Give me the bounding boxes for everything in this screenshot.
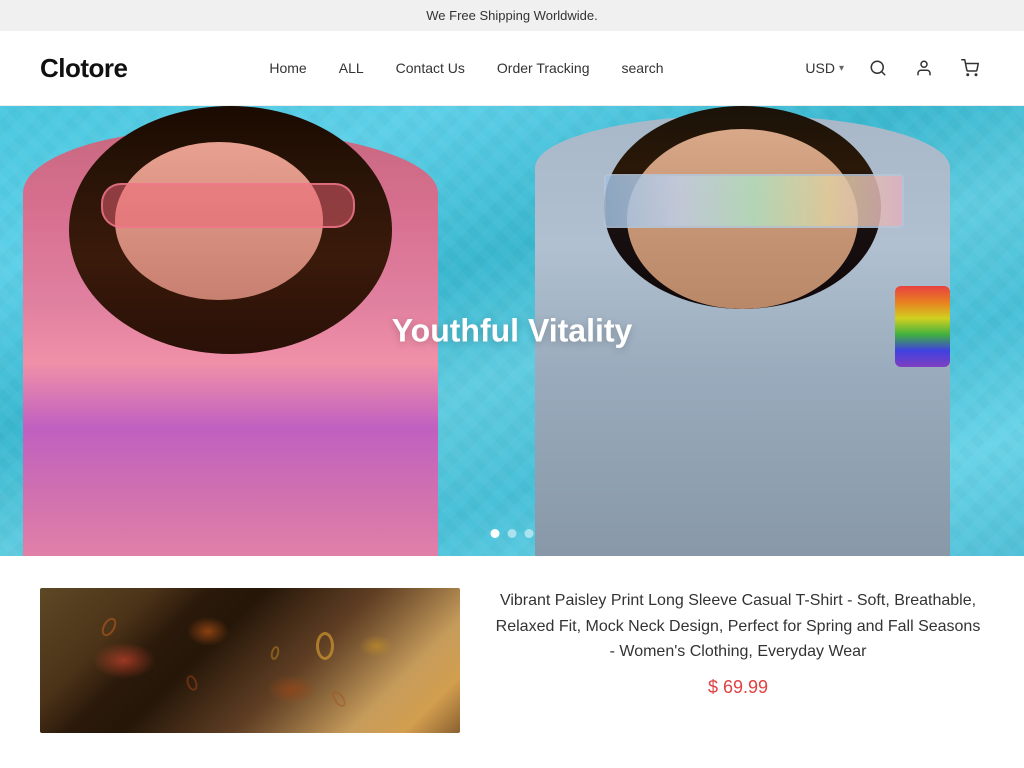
earring-decoration (316, 632, 334, 660)
product-info: Vibrant Paisley Print Long Sleeve Casual… (492, 588, 984, 698)
hero-text: Youthful Vitality (392, 313, 633, 350)
product-image[interactable] (40, 588, 460, 733)
logo[interactable]: Clotore (40, 53, 128, 84)
announcement-text: We Free Shipping Worldwide. (426, 8, 598, 23)
cart-icon (961, 59, 979, 77)
hero-banner: Youthful Vitality (0, 106, 1024, 556)
header: Clotore Home ALL Contact Us Order Tracki… (0, 31, 1024, 106)
account-button[interactable] (910, 54, 938, 82)
search-button[interactable] (864, 54, 892, 82)
product-price: $ 69.99 (492, 677, 984, 698)
hero-background: Youthful Vitality (0, 106, 1024, 556)
announcement-bar: We Free Shipping Worldwide. (0, 0, 1024, 31)
main-nav: Home ALL Contact Us Order Tracking searc… (269, 60, 663, 76)
cart-button[interactable] (956, 54, 984, 82)
currency-label: USD (805, 60, 835, 76)
nav-item-order-tracking[interactable]: Order Tracking (497, 60, 590, 76)
nav-item-all[interactable]: ALL (339, 60, 364, 76)
search-icon (869, 59, 887, 77)
nav-item-search[interactable]: search (622, 60, 664, 76)
product-title[interactable]: Vibrant Paisley Print Long Sleeve Casual… (492, 588, 984, 665)
currency-arrow-icon: ▾ (839, 63, 844, 74)
product-section: Vibrant Paisley Print Long Sleeve Casual… (0, 556, 1024, 765)
currency-selector[interactable]: USD ▾ (805, 60, 844, 76)
header-icons (864, 54, 984, 82)
hero-dot-2[interactable] (508, 529, 517, 538)
nav-item-home[interactable]: Home (269, 60, 306, 76)
nav-item-contact[interactable]: Contact Us (396, 60, 465, 76)
hero-dot-1[interactable] (491, 529, 500, 538)
hero-dot-3[interactable] (525, 529, 534, 538)
hero-title: Youthful Vitality (392, 313, 633, 350)
hero-dots (491, 529, 534, 538)
account-icon (915, 59, 933, 77)
